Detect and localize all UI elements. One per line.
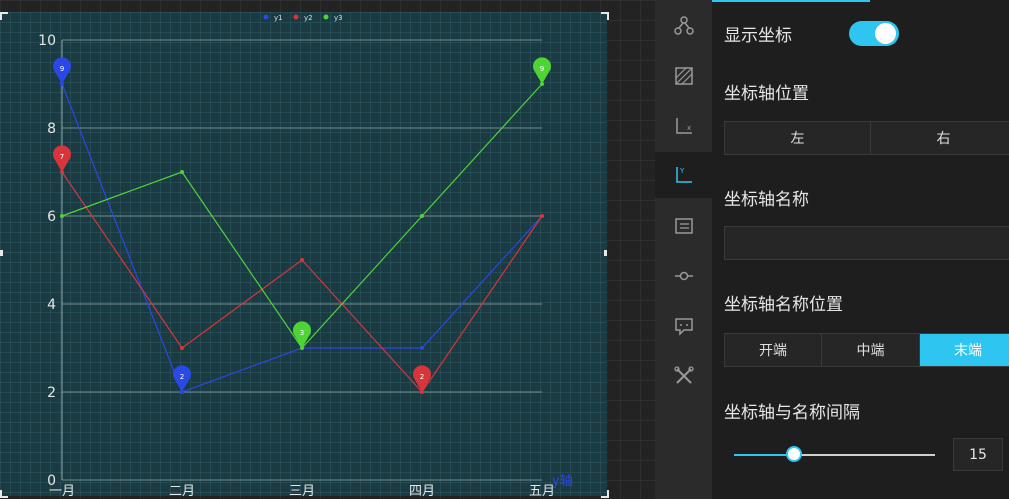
series-line-y2 [61, 171, 543, 393]
legend-marker [263, 14, 269, 20]
show-axis-toggle[interactable] [849, 21, 899, 46]
data-point [420, 214, 424, 218]
data-point [180, 170, 184, 174]
resize-handle-right[interactable] [604, 250, 607, 256]
marker-label: 7 [60, 153, 64, 161]
active-tab-indicator [712, 0, 870, 2]
data-point [300, 258, 304, 262]
legend-label: y2 [304, 14, 313, 22]
legend-label: y1 [274, 14, 283, 22]
gap-number-input[interactable]: 15 [953, 438, 1003, 471]
axis-name-gap-label: 坐标轴与名称间隔 [724, 403, 860, 423]
legend-marker [323, 14, 329, 20]
marker-label: 9 [60, 65, 64, 73]
axis-position-segmented: 左 右 [724, 121, 1009, 155]
resize-handle-left[interactable] [0, 250, 3, 256]
x-tick-label: 三月 [289, 484, 315, 496]
svg-text:x: x [687, 124, 691, 132]
y-axis-settings-panel: 显示坐标 坐标轴位置 左 右 坐标轴名称 坐标轴名称位置 开端 中端 末端 坐标… [712, 0, 1009, 499]
resize-handle-top-left[interactable] [0, 12, 8, 20]
pattern-icon[interactable] [655, 53, 712, 99]
marker-label: 3 [300, 329, 304, 337]
y-tick-label: 4 [47, 297, 56, 313]
legend-label: y3 [334, 14, 343, 22]
x-tick-label: 四月 [409, 484, 435, 496]
data-point [180, 346, 184, 350]
axis-position-label: 坐标轴位置 [724, 84, 809, 104]
svg-text:Y: Y [679, 167, 685, 175]
y-tick-label: 2 [47, 385, 56, 401]
line-chart: 0246810一月 二月 三月 四月 五月y轴y1 y2 y3927239 [38, 14, 573, 496]
y-tick-label: 6 [47, 209, 56, 225]
axis-name-position-start-option[interactable]: 开端 [725, 334, 822, 366]
x-tick-label: 二月 [169, 484, 195, 496]
y-tick-label: 10 [38, 33, 56, 49]
show-axis-label: 显示坐标 [724, 26, 792, 46]
axis-name-label: 坐标轴名称 [724, 190, 809, 210]
data-point [420, 346, 424, 350]
gap-slider-fill [734, 454, 795, 456]
line-point-icon[interactable] [655, 253, 712, 299]
config-icon-bar: x Y [655, 0, 712, 499]
marker-label: 2 [180, 373, 184, 381]
data-point [60, 214, 64, 218]
resize-handle-bottom-right[interactable] [601, 490, 609, 498]
legend-marker [293, 14, 299, 20]
chart-widget[interactable]: 0 2 4 6 8 10 一月 二月 三月 四月 五月 y轴 y1 y2 y3 9 2 7 2 3 9 [0, 12, 607, 496]
axis-name-position-segmented: 开端 中端 末端 [724, 333, 1009, 367]
tools-icon[interactable] [655, 353, 712, 399]
data-point [540, 214, 544, 218]
marker-label: 2 [420, 373, 424, 381]
axis-position-right-option[interactable]: 右 [871, 122, 1009, 154]
marker-label: 9 [540, 65, 544, 73]
axis-name-input[interactable] [724, 226, 1009, 260]
y-tick-label: 8 [47, 121, 56, 137]
resize-handle-top-right[interactable] [601, 12, 609, 20]
x-tick-label: 一月 [49, 484, 75, 496]
nodes-icon[interactable] [655, 3, 712, 49]
y-axis-icon[interactable]: Y [655, 152, 712, 198]
legend-list-icon[interactable] [655, 203, 712, 249]
gap-slider-thumb[interactable] [786, 446, 803, 462]
tooltip-icon[interactable] [655, 303, 712, 349]
x-axis-icon[interactable]: x [655, 103, 712, 149]
axis-name-position-label: 坐标轴名称位置 [724, 295, 843, 315]
axis-position-left-option[interactable]: 左 [725, 122, 871, 154]
toggle-knob [875, 23, 896, 44]
resize-handle-bottom-left[interactable] [0, 490, 8, 498]
axis-name-position-middle-option[interactable]: 中端 [822, 334, 920, 366]
axis-name-label: y轴 [552, 474, 573, 489]
axis-name-position-end-option[interactable]: 末端 [920, 334, 1009, 366]
